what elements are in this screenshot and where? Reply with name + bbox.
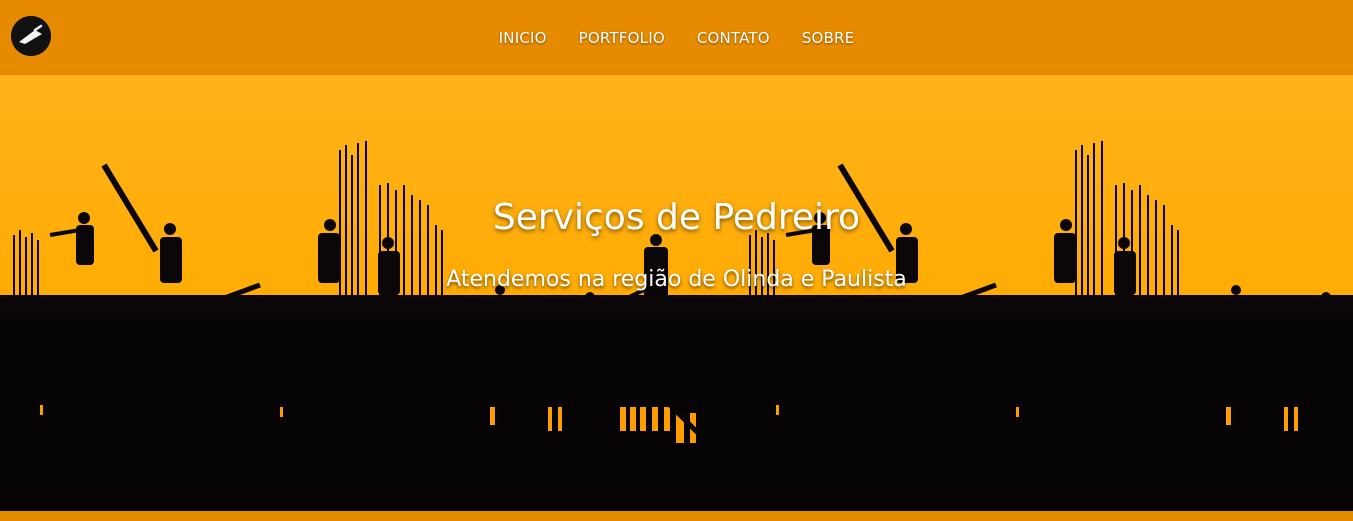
hero-subtitle: Atendemos na região de Olinda e Paulista [446, 267, 907, 292]
nav-item-sobre[interactable]: SOBRE [802, 29, 855, 47]
hero-text: Serviços de Pedreiro Atendemos na região… [0, 75, 1353, 511]
main-nav: INICIO PORTFOLIO CONTATO SOBRE [0, 0, 1353, 75]
hero-banner: Serviços de Pedreiro Atendemos na região… [0, 75, 1353, 511]
nav-item-inicio[interactable]: INICIO [499, 29, 547, 47]
bottom-strip [0, 511, 1353, 521]
hero-title: Serviços de Pedreiro [492, 197, 861, 238]
nav-item-contato[interactable]: CONTATO [697, 29, 770, 47]
top-navbar: INICIO PORTFOLIO CONTATO SOBRE [0, 0, 1353, 75]
nav-item-portfolio[interactable]: PORTFOLIO [579, 29, 665, 47]
